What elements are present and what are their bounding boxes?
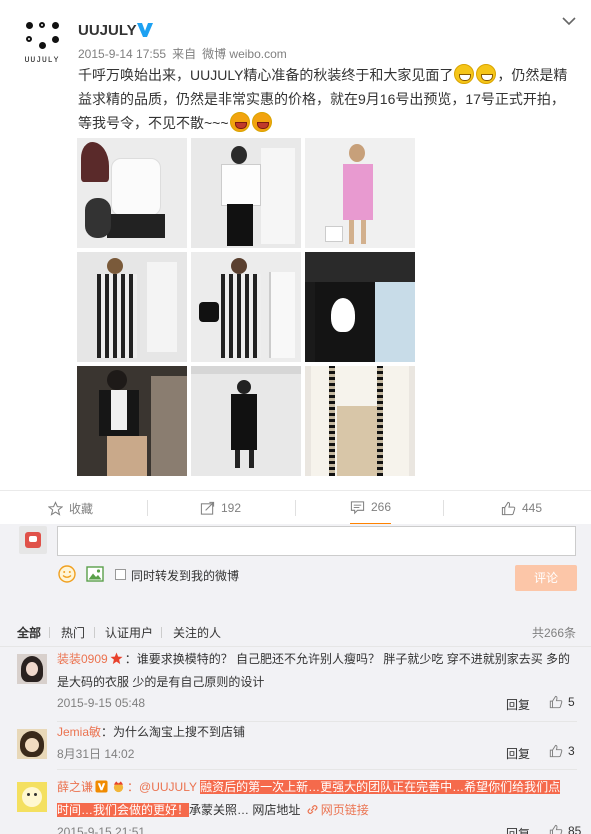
- comment-count: 266: [371, 500, 392, 514]
- comment-date: 2015-9-15 21:51: [57, 825, 146, 834]
- action-bar: 收藏 192 266 445: [0, 490, 591, 525]
- comment-highlight-line1: 融资后的第一次上新…更强大的团队正在完善中…希望你们给我们点: [200, 780, 561, 794]
- comment-highlight-line2: 时间…我们会做的更好！: [57, 803, 190, 817]
- post-text-line3: 等我号令，不见不散~~~: [78, 115, 229, 131]
- reply-button[interactable]: 回复: [506, 745, 530, 762]
- laugh-emoji-icon: [229, 112, 250, 132]
- comment-mention[interactable]: ：@UUJULY: [127, 780, 197, 794]
- comment-like-button[interactable]: 5: [549, 695, 575, 709]
- thumbs-up-icon: [549, 744, 563, 758]
- post-meta: 2015-9-14 17:55 来自 微博 weibo.com: [78, 45, 293, 62]
- repost-checkbox[interactable]: [115, 569, 126, 580]
- photo-thumbnail[interactable]: [191, 252, 301, 362]
- comment-body-line2: 是大码的衣服 少的是有自己原则的设计: [57, 675, 265, 689]
- photo-thumbnail[interactable]: [305, 252, 415, 362]
- comment-date: 2015-9-15 05:48: [57, 696, 146, 710]
- submit-comment-button[interactable]: 评论: [515, 565, 577, 591]
- comment-username[interactable]: Jemia敏: [57, 725, 101, 739]
- thumbs-up-icon: [501, 501, 516, 515]
- post-text-line1-tail: ，仍然是精: [497, 67, 568, 83]
- comment-like-button[interactable]: 3: [549, 744, 575, 758]
- reply-button[interactable]: 回复: [506, 825, 530, 834]
- post-text-line1: 千呼万唤始出来，UUJULY精心准备的秋装终于和大家见面了: [78, 67, 454, 83]
- commenter-avatar[interactable]: [17, 654, 47, 684]
- comment-like-count: 5: [568, 695, 575, 709]
- tab-all[interactable]: 全部: [17, 624, 41, 641]
- comment-text: Jemia敏：为什么淘宝上搜不到店铺: [57, 721, 577, 744]
- like-count: 445: [522, 501, 543, 515]
- comment-total: 共266条: [532, 626, 577, 640]
- comment-username[interactable]: 装装0909: [57, 652, 108, 666]
- photo-thumbnail[interactable]: [305, 138, 415, 248]
- image-upload-icon[interactable]: [86, 566, 104, 582]
- tab-hot[interactable]: 热门: [61, 624, 85, 641]
- post-text-line2: 益求精的品质，仍然是非常实惠的价格，就在9月16号出预览，17号正式开拍，: [78, 91, 565, 107]
- commenter-avatar[interactable]: [17, 782, 47, 812]
- author-name[interactable]: UUJULY: [78, 22, 137, 39]
- web-page-link[interactable]: 网页链接: [321, 803, 369, 817]
- like-button[interactable]: 445: [501, 491, 542, 525]
- photo-thumbnail[interactable]: [191, 366, 301, 476]
- thumbs-up-icon: [549, 824, 563, 834]
- photo-thumbnail[interactable]: [77, 366, 187, 476]
- repost-icon: [200, 501, 215, 515]
- verified-icon: [137, 23, 153, 37]
- thumbs-up-icon: [549, 695, 563, 709]
- grin-emoji-icon: [476, 64, 497, 84]
- comment-like-count: 85: [568, 824, 582, 834]
- weibo-post: UUJULY UUJULY 2015-9-14 17:55 来自 微博 weibo.…: [0, 0, 591, 490]
- emoji-picker-icon[interactable]: [58, 565, 76, 583]
- comment-like-count: 3: [568, 744, 575, 758]
- comment-filter-tabs: 全部 热门 认证用户 关注的人 共266条: [0, 621, 591, 647]
- comment-input[interactable]: [57, 526, 576, 556]
- comment-like-button[interactable]: 85: [549, 824, 581, 834]
- tab-following[interactable]: 关注的人: [173, 624, 221, 641]
- repost-count: 192: [221, 501, 242, 515]
- comment-body-line1: ：谁要求换模特的？ 自己肥还不允许别人瘦吗？ 胖子就少吃 穿不进就别家去买 多的: [124, 652, 571, 666]
- crown-icon: [113, 781, 124, 793]
- link-icon: [307, 804, 318, 815]
- post-text: 千呼万唤始出来，UUJULY精心准备的秋装终于和大家见面了 ，仍然是精 益求精的品…: [78, 63, 578, 135]
- repost-button[interactable]: 192: [200, 491, 241, 525]
- member-star-icon: [110, 652, 123, 665]
- post-source[interactable]: 微博 weibo.com: [202, 47, 287, 61]
- photo-thumbnail[interactable]: [77, 252, 187, 362]
- favorite-button[interactable]: 收藏: [48, 491, 93, 525]
- verified-badge-icon: [95, 780, 108, 793]
- logo-dots: [20, 18, 64, 54]
- star-icon: [48, 500, 63, 516]
- comment-username[interactable]: 薛之谦: [57, 780, 93, 794]
- repost-checkbox-label: 同时转发到我的微博: [131, 569, 240, 583]
- comment-section: 同时转发到我的微博 评论 全部 热门 认证用户 关注的人 共266条 装装090…: [0, 524, 591, 834]
- commenter-avatar[interactable]: [17, 729, 47, 759]
- comment-date: 8月31日 14:02: [57, 747, 135, 761]
- photo-thumbnail[interactable]: [77, 138, 187, 248]
- logo-text: UUJULY: [24, 56, 60, 65]
- photo-thumbnail[interactable]: [305, 366, 415, 476]
- chevron-down-icon[interactable]: [561, 15, 577, 27]
- source-prefix: 来自: [172, 47, 197, 61]
- post-timestamp[interactable]: 2015-9-14 17:55: [78, 47, 166, 61]
- comment-button[interactable]: 266: [350, 491, 392, 525]
- photo-thumbnail[interactable]: [191, 138, 301, 248]
- tab-verified[interactable]: 认证用户: [105, 624, 153, 641]
- comment-text: 薛之谦 ：@UUJULY 融资后的第一次上新…更强大的团队正在完善中…希望你们给我…: [57, 776, 577, 822]
- author-avatar[interactable]: UUJULY: [20, 18, 64, 65]
- comment-text: 装装0909 ：谁要求换模特的？ 自己肥还不允许别人瘦吗？ 胖子就少吃 穿不进就别…: [57, 648, 577, 694]
- laugh-emoji-icon: [251, 112, 272, 132]
- comment-icon: [350, 500, 365, 514]
- reply-button[interactable]: 回复: [506, 696, 530, 713]
- comment-body-line1: ：为什么淘宝上搜不到店铺: [101, 725, 246, 739]
- favorite-label: 收藏: [69, 501, 94, 516]
- grin-emoji-icon: [454, 64, 475, 84]
- comment-body-tail: 承蒙关照… 网店地址: [189, 803, 301, 817]
- current-user-avatar: [19, 526, 47, 554]
